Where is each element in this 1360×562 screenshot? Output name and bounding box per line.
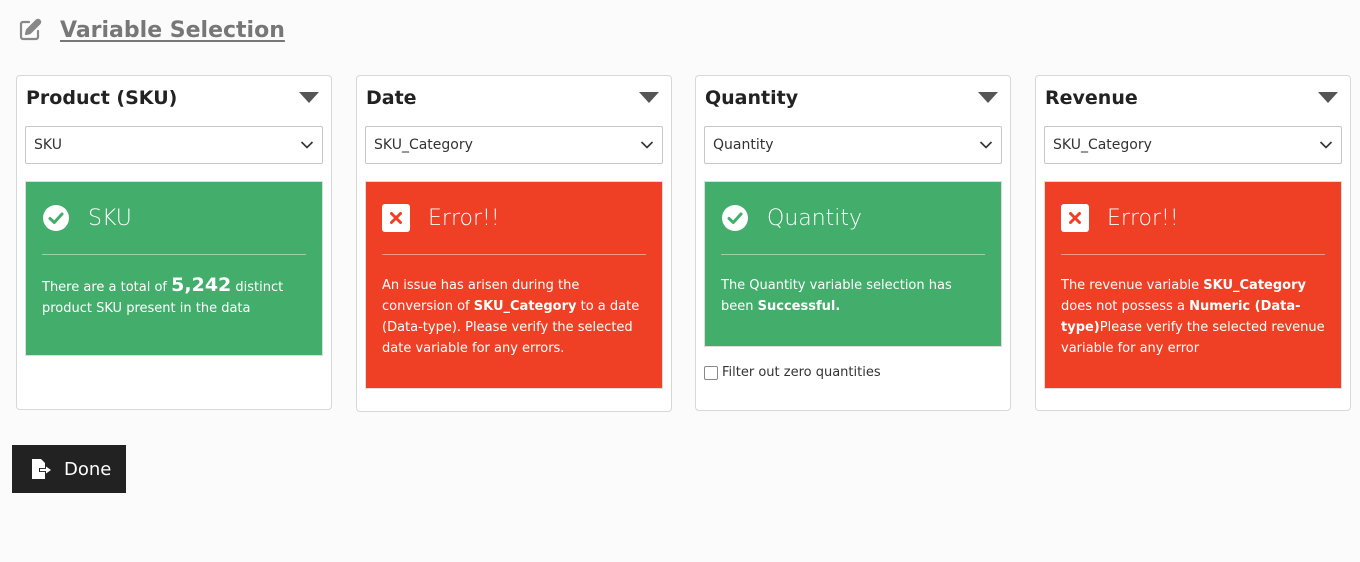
panel-date: Date SKU_Category Error!! An issue has a… [356, 75, 672, 412]
close-square-icon [1061, 204, 1089, 232]
status-box-success: SKU There are a total of 5,242 distinct … [25, 181, 323, 356]
done-button[interactable]: Done [12, 445, 126, 493]
select-value: SKU [34, 137, 62, 153]
chevron-down-icon [300, 140, 314, 150]
caret-down-icon[interactable] [1318, 92, 1338, 104]
panel-title: Revenue [1045, 87, 1138, 109]
chevron-down-icon [979, 140, 993, 150]
status-box-error: Error!! The revenue variable SKU_Categor… [1044, 181, 1342, 389]
chevron-down-icon [640, 140, 654, 150]
chevron-down-icon [1319, 140, 1333, 150]
caret-down-icon[interactable] [978, 92, 998, 104]
select-value: Quantity [713, 137, 774, 153]
page-title[interactable]: Variable Selection [60, 18, 285, 43]
page-header: Variable Selection [18, 14, 285, 46]
panel-title: Date [366, 87, 417, 109]
sku-variable-select[interactable]: SKU [25, 126, 323, 164]
export-icon [30, 458, 52, 480]
revenue-variable-select[interactable]: SKU_Category [1044, 126, 1342, 164]
select-value: SKU_Category [374, 137, 473, 153]
status-title: Error!! [428, 205, 500, 231]
filter-zero-label[interactable]: Filter out zero quantities [722, 365, 881, 380]
date-variable-select[interactable]: SKU_Category [365, 126, 663, 164]
caret-down-icon[interactable] [639, 92, 659, 104]
status-message: There are a total of 5,242 distinct prod… [42, 274, 284, 317]
done-label: Done [64, 458, 112, 480]
status-message: An issue has arisen during the conversio… [382, 278, 640, 356]
close-square-icon [382, 204, 410, 232]
panel-product-sku: Product (SKU) SKU SKU There are a total … [16, 75, 332, 410]
status-title: SKU [88, 205, 132, 231]
status-message: The revenue variable SKU_Category does n… [1061, 278, 1325, 356]
status-message: The Quantity variable selection has been… [721, 278, 952, 314]
status-title: Error!! [1107, 205, 1179, 231]
filter-zero-row: Filter out zero quantities [704, 365, 1010, 380]
panel-quantity: Quantity Quantity Quantity The Quantity … [695, 75, 1011, 411]
status-box-error: Error!! An issue has arisen during the c… [365, 181, 663, 389]
filter-zero-checkbox[interactable] [704, 365, 718, 380]
quantity-variable-select[interactable]: Quantity [704, 126, 1002, 164]
status-title: Quantity [767, 205, 863, 231]
panel-title: Quantity [705, 87, 799, 109]
caret-down-icon[interactable] [299, 92, 319, 104]
status-box-success: Quantity The Quantity variable selection… [704, 181, 1002, 347]
panel-revenue: Revenue SKU_Category Error!! The revenue… [1035, 75, 1351, 411]
edit-icon[interactable] [18, 18, 42, 42]
select-value: SKU_Category [1053, 137, 1152, 153]
panel-title: Product (SKU) [26, 87, 178, 109]
check-circle-icon [721, 204, 749, 232]
sku-count: 5,242 [171, 274, 232, 296]
check-circle-icon [42, 204, 70, 232]
